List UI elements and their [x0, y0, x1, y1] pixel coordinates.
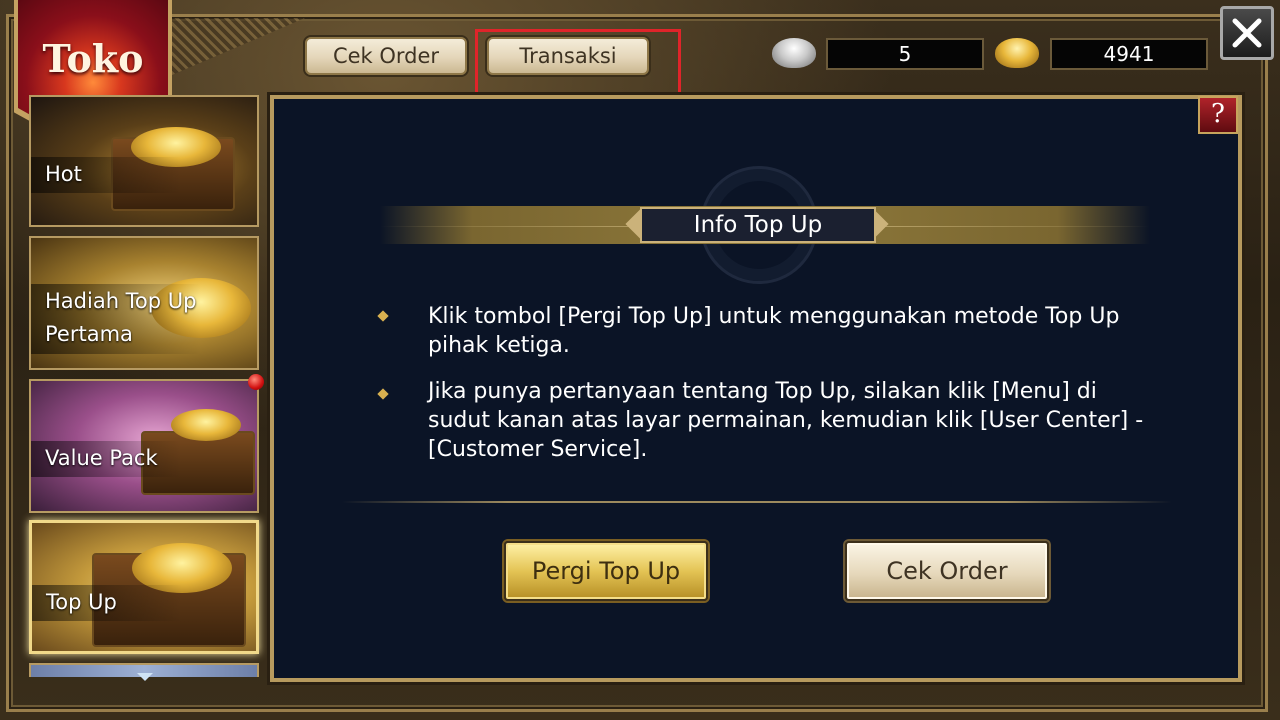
sidebar-item-label: Top Up: [46, 590, 117, 614]
silver-ingot-icon: [772, 38, 816, 68]
info-text-2: Jika punya pertanyaan tentang Top Up, si…: [428, 379, 1144, 462]
help-button[interactable]: ?: [1198, 96, 1238, 134]
sidebar-item-value-pack[interactable]: Value Pack: [29, 379, 259, 513]
gold-amount: 4941: [1050, 38, 1208, 70]
check-order-button[interactable]: Cek Order: [845, 541, 1049, 601]
gold-ingot-icon: [995, 38, 1039, 68]
shop-title: Toko: [42, 36, 144, 81]
silver-amount: 5: [826, 38, 984, 70]
sidebar-item-top-up[interactable]: Top Up: [29, 520, 259, 654]
notification-badge: [248, 374, 264, 390]
info-text-1: Klik tombol [Pergi Top Up] untuk menggun…: [428, 304, 1120, 358]
close-button[interactable]: [1220, 6, 1274, 60]
scroll-down-icon[interactable]: [137, 673, 153, 681]
sidebar-item-hot[interactable]: Hot: [29, 95, 259, 227]
sidebar-item-label: Hadiah Top Up: [45, 289, 197, 313]
section-title: Info Top Up: [640, 207, 876, 243]
sidebar-item-label: Value Pack: [45, 446, 158, 470]
close-icon: [1232, 18, 1262, 48]
sidebar-item-label: Hot: [45, 162, 82, 186]
gold-ingot-image: [171, 409, 241, 441]
go-top-up-button[interactable]: Pergi Top Up: [504, 541, 708, 601]
divider: [342, 501, 1172, 503]
tab-cek-order[interactable]: Cek Order: [305, 37, 467, 75]
sidebar-item-hadiah-top-up-pertama[interactable]: Hadiah Top Up Pertama: [29, 236, 259, 370]
sidebar-item-label-line2: Pertama: [45, 322, 133, 346]
